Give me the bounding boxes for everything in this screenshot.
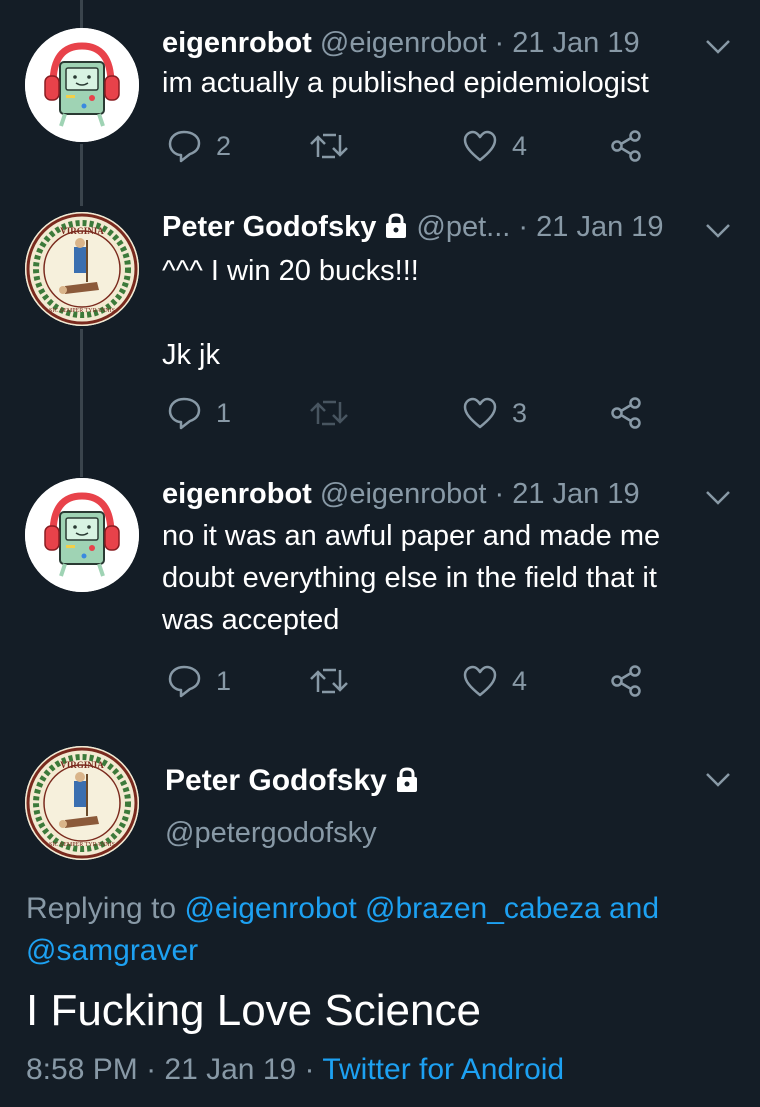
like-count: 4 <box>512 665 528 696</box>
tweet-header: Peter Godofsky @pet... · 21 Jan 19 <box>162 210 664 244</box>
tweet-meta: 8:58 PM · 21 Jan 19 · Twitter for Androi… <box>26 1050 564 1090</box>
tweet-line: ^^^ I win 20 bucks!!! <box>162 255 419 287</box>
retweet-icon <box>310 400 348 426</box>
mention-link[interactable]: @samgraver <box>26 934 198 967</box>
reply-count: 1 <box>216 665 232 696</box>
retweet-icon <box>310 668 348 694</box>
reply-count: 2 <box>216 130 232 161</box>
author-handle[interactable]: @eigenrobot <box>320 478 487 510</box>
tweet-body: im actually a published epidemiologist <box>162 62 732 104</box>
separator-dot: · <box>146 1053 157 1086</box>
tweet-header: eigenrobot @eigenrobot · 21 Jan 19 <box>162 26 640 60</box>
tweet-date[interactable]: 21 Jan 19 <box>512 478 639 510</box>
mention-link[interactable]: @brazen_cabeza <box>365 892 601 925</box>
heart-icon <box>463 397 497 429</box>
avatar-eigenrobot[interactable] <box>25 28 139 142</box>
share-button[interactable] <box>609 393 643 433</box>
separator-dot: · <box>518 211 529 243</box>
share-button[interactable] <box>609 126 643 166</box>
author-handle[interactable]: @pet... <box>416 211 510 243</box>
reply-button[interactable]: 1 <box>166 393 231 433</box>
like-count: 3 <box>512 397 528 428</box>
seal-motto: SIC SEMPER TYRANNIS <box>49 308 115 314</box>
reply-icon <box>168 130 201 163</box>
tweet-date[interactable]: 21 Jan 19 <box>512 27 639 59</box>
like-button[interactable]: 3 <box>462 393 527 433</box>
retweet-button[interactable] <box>308 661 350 701</box>
heart-icon <box>463 130 497 162</box>
reply-button[interactable]: 1 <box>166 661 231 701</box>
author-handle[interactable]: @eigenrobot <box>320 27 487 59</box>
seal-top-text: VIRGINIA <box>60 226 104 236</box>
focus-tweet-text: I Fucking Love Science <box>26 986 481 1035</box>
avatar-peter-godofsky[interactable]: VIRGINIA SIC SEMPER TYRANNIS <box>25 212 139 326</box>
tweet-body: ^^^ I win 20 bucks!!! Jk jk <box>162 250 732 376</box>
tweet-date[interactable]: 21 Jan 19 <box>536 211 663 243</box>
thread-line <box>80 0 83 28</box>
focus-author-handle[interactable]: @petergodofsky <box>165 815 377 851</box>
retweet-icon <box>310 133 348 159</box>
tweet-time: 8:58 PM <box>26 1053 138 1086</box>
reply-icon <box>168 665 201 698</box>
lock-icon <box>386 213 407 238</box>
tweet-actions: 2 4 <box>162 126 682 166</box>
like-button[interactable]: 4 <box>462 126 527 166</box>
chevron-down-icon[interactable] <box>704 771 732 789</box>
tweet-date: 21 Jan 19 <box>164 1053 297 1086</box>
chevron-down-icon[interactable] <box>704 489 732 507</box>
heart-icon <box>463 665 497 697</box>
tweet-line: im actually a published epidemiologist <box>162 67 649 99</box>
separator-dot: · <box>494 27 505 59</box>
seal-top-text: VIRGINIA <box>60 760 104 770</box>
reply-button[interactable]: 2 <box>166 126 231 166</box>
seal-motto: SIC SEMPER TYRANNIS <box>49 842 115 848</box>
tweet-actions: 1 4 <box>162 661 682 701</box>
share-icon <box>611 665 641 697</box>
retweet-button <box>308 393 350 433</box>
reply-count: 1 <box>216 397 232 428</box>
tweet-line: Jk jk <box>162 339 220 371</box>
tweet-line: doubt everything else in the field that … <box>162 562 657 594</box>
author-name[interactable]: eigenrobot <box>162 478 312 510</box>
mention-link[interactable]: @eigenrobot <box>184 892 356 925</box>
avatar-peter-godofsky[interactable]: VIRGINIA SIC SEMPER TYRANNIS <box>25 746 139 860</box>
thread-line <box>80 329 83 477</box>
retweet-button[interactable] <box>308 126 350 166</box>
chevron-down-icon[interactable] <box>704 38 732 56</box>
separator-dot: · <box>494 478 505 510</box>
like-count: 4 <box>512 130 528 161</box>
reply-icon <box>168 397 201 430</box>
tweet-line: no it was an awful paper and made me <box>162 520 661 552</box>
lock-icon <box>396 767 417 792</box>
focus-author-name[interactable]: Peter Godofsky <box>165 763 419 799</box>
like-button[interactable]: 4 <box>462 661 527 701</box>
tweet-body: no it was an awful paper and made me dou… <box>162 515 732 641</box>
tweet-line <box>162 292 732 334</box>
tweet-header: eigenrobot @eigenrobot · 21 Jan 19 <box>162 477 640 511</box>
share-icon <box>611 130 641 162</box>
share-button[interactable] <box>609 661 643 701</box>
separator-dot: · <box>304 1053 315 1086</box>
replying-prefix: Replying to <box>26 892 177 925</box>
avatar-eigenrobot[interactable] <box>25 478 139 592</box>
tweet-actions: 1 3 <box>162 393 682 433</box>
author-name[interactable]: Peter Godofsky <box>162 211 376 243</box>
tweet-line: was accepted <box>162 604 340 636</box>
replying-to: Replying to @eigenrobot @brazen_cabeza a… <box>26 888 726 972</box>
author-name[interactable]: eigenrobot <box>162 27 312 59</box>
share-icon <box>611 397 641 429</box>
mention-and[interactable]: and <box>609 892 659 925</box>
author-name: Peter Godofsky <box>165 764 387 797</box>
thread-line <box>80 144 83 206</box>
tweet-source-link[interactable]: Twitter for Android <box>322 1053 564 1086</box>
chevron-down-icon[interactable] <box>704 222 732 240</box>
